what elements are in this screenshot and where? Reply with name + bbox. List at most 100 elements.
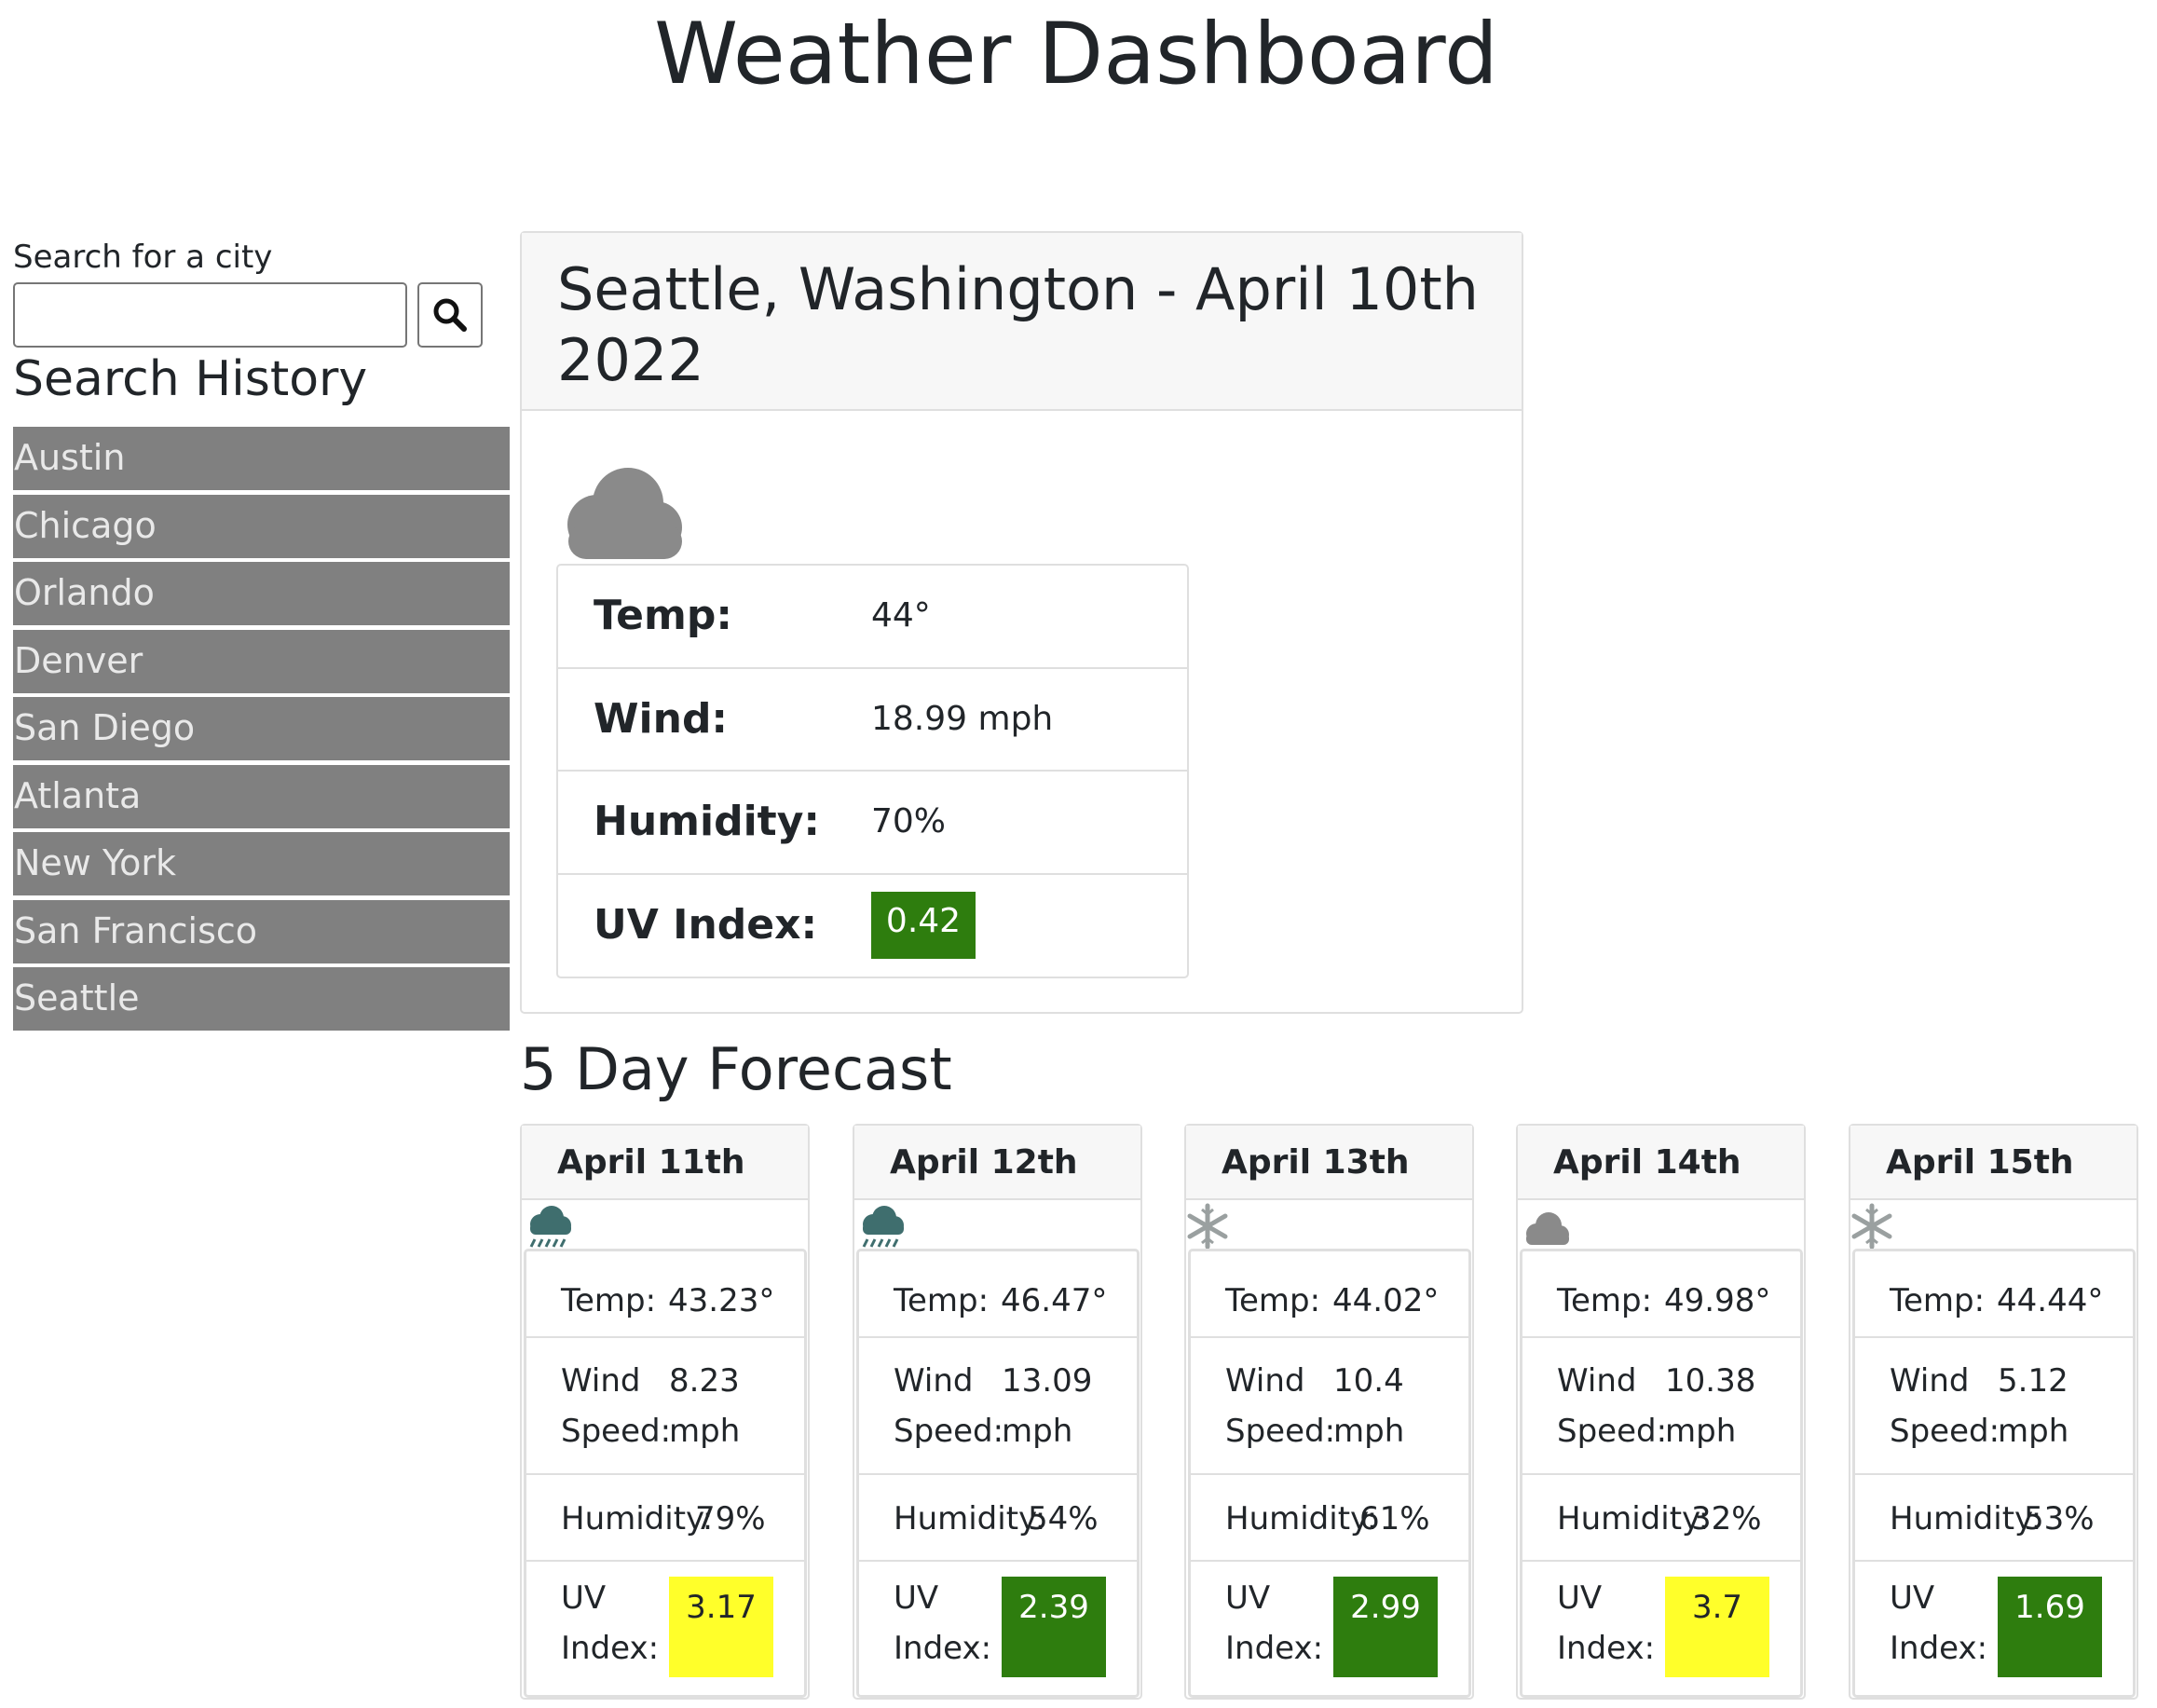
current-humidity-row: Humidity: 70% — [558, 772, 1187, 875]
forecast-wind-value: 13.09 mph — [1002, 1362, 1093, 1450]
forecast-uv-badge: 1.69 — [1998, 1577, 2102, 1677]
current-weather-card: Seattle, Washington - April 10th 2022 Te… — [520, 231, 1523, 1014]
forecast-card: April 14th Temp: 49.98° Wind Speed: 10.38 mp… — [1516, 1124, 1806, 1700]
temp-value: 44° — [871, 596, 931, 635]
forecast-table: Temp: 44.02° Wind Speed: 10.4 mph Humidity: 6… — [1188, 1249, 1471, 1698]
history-item-atlanta[interactable]: Atlanta — [13, 764, 510, 828]
forecast-wind-row: Wind Speed: 10.4 mph — [1191, 1338, 1468, 1475]
forecast-title: 5 Day Forecast — [520, 1035, 952, 1103]
forecast-table: Temp: 43.23° Wind Speed: 8.23 mph Humidity: 7… — [524, 1249, 807, 1698]
history-item-orlando[interactable]: Orlando — [13, 562, 510, 625]
forecast-humidity-label: Humidity: — [1557, 1500, 1710, 1537]
forecast-date: April 13th — [1186, 1126, 1472, 1200]
forecast-date: April 12th — [854, 1126, 1140, 1200]
humidity-value: 70% — [871, 802, 947, 840]
forecast-temp-row: Temp: 49.98° — [1522, 1251, 1800, 1338]
cloud-icon — [567, 468, 682, 559]
forecast-uv-badge: 3.17 — [669, 1577, 773, 1677]
forecast-uv-row: UV Index: 1.69 — [1855, 1562, 2133, 1694]
page-title: Weather Dashboard — [0, 6, 2157, 103]
forecast-temp-row: Temp: 44.44° — [1855, 1251, 2133, 1338]
temp-label: Temp: — [594, 592, 732, 639]
current-uv-row: UV Index: 0.42 — [558, 875, 1187, 978]
forecast-wind-value: 10.38 mph — [1665, 1362, 1756, 1450]
forecast-temp-label: Temp: — [561, 1282, 657, 1319]
cloud-icon — [1518, 1202, 1574, 1250]
history-item-new-york[interactable]: New York — [13, 832, 510, 895]
forecast-date: April 14th — [1518, 1126, 1804, 1200]
rain-cloud-icon — [854, 1202, 910, 1250]
forecast-table: Temp: 46.47° Wind Speed: 13.09 mph Humidity:… — [856, 1249, 1140, 1698]
forecast-temp-label: Temp: — [1890, 1282, 1986, 1319]
forecast-temp-value: 46.47° — [1001, 1282, 1108, 1319]
forecast-uv-label: UV Index: — [1890, 1579, 1988, 1667]
forecast-temp-row: Temp: 46.47° — [859, 1251, 1137, 1338]
forecast-humidity-label: Humidity: — [1225, 1500, 1378, 1537]
snowflake-icon — [1186, 1202, 1242, 1250]
forecast-wind-label: Wind Speed: — [1890, 1362, 2000, 1450]
forecast-wind-value: 10.4 mph — [1333, 1362, 1405, 1450]
forecast-wind-label: Wind Speed: — [561, 1362, 672, 1450]
forecast-table: Temp: 44.44° Wind Speed: 5.12 mph Humidity: 5… — [1852, 1249, 2136, 1698]
forecast-date: April 11th — [522, 1126, 808, 1200]
forecast-wind-row: Wind Speed: 10.38 mph — [1522, 1338, 1800, 1475]
forecast-uv-row: UV Index: 2.39 — [859, 1562, 1137, 1694]
forecast-wind-value: 5.12 mph — [1998, 1362, 2069, 1450]
forecast-humidity-value: 61% — [1359, 1500, 1430, 1537]
forecast-humidity-label: Humidity: — [1890, 1500, 2042, 1537]
uv-index-label: UV Index: — [594, 900, 818, 949]
forecast-uv-row: UV Index: 3.7 — [1522, 1562, 1800, 1694]
forecast-wind-label: Wind Speed: — [1557, 1362, 1668, 1450]
forecast-wind-label: Wind Speed: — [1225, 1362, 1336, 1450]
rain-cloud-icon — [522, 1202, 578, 1250]
forecast-uv-label: UV Index: — [1557, 1579, 1656, 1667]
forecast-humidity-value: 53% — [2024, 1500, 2095, 1537]
history-item-denver[interactable]: Denver — [13, 629, 510, 693]
forecast-temp-label: Temp: — [894, 1282, 990, 1319]
city-search-input[interactable] — [13, 282, 407, 348]
forecast-card: April 13th Temp: 44.02° Wind Speed: 10.4 mph… — [1184, 1124, 1474, 1700]
uv-index-badge: 0.42 — [871, 891, 976, 959]
search-history-title: Search History — [13, 351, 368, 407]
humidity-label: Humidity: — [594, 798, 820, 845]
forecast-humidity-row: Humidity: 53% — [1855, 1475, 2133, 1562]
current-wind-row: Wind: 18.99 mph — [558, 669, 1187, 772]
forecast-humidity-label: Humidity: — [894, 1500, 1046, 1537]
history-item-san-francisco[interactable]: San Francisco — [13, 899, 510, 963]
forecast-wind-row: Wind Speed: 5.12 mph — [1855, 1338, 2133, 1475]
forecast-humidity-value: 32% — [1691, 1500, 1762, 1537]
forecast-card: April 11th Temp: 43.23° Wind Speed: 8.23 mph… — [520, 1124, 810, 1700]
search-button[interactable] — [417, 282, 483, 348]
forecast-uv-label: UV Index: — [561, 1579, 660, 1667]
history-item-chicago[interactable]: Chicago — [13, 494, 510, 558]
forecast-card: April 15th Temp: 44.44° Wind Speed: 5.12 mph… — [1849, 1124, 2138, 1700]
forecast-humidity-label: Humidity: — [561, 1500, 714, 1537]
forecast-temp-label: Temp: — [1225, 1282, 1321, 1319]
wind-value: 18.99 mph — [871, 699, 1054, 738]
forecast-temp-value: 44.02° — [1332, 1282, 1440, 1319]
forecast-uv-badge: 2.99 — [1333, 1577, 1438, 1677]
search-label: Search for a city — [13, 239, 273, 276]
page-title-text: Weather Dashboard — [654, 6, 1498, 103]
forecast-humidity-row: Humidity: 79% — [526, 1475, 804, 1562]
forecast-uv-badge: 2.39 — [1002, 1577, 1106, 1677]
forecast-date: April 15th — [1850, 1126, 2137, 1200]
forecast-temp-value: 43.23° — [668, 1282, 775, 1319]
history-item-seattle[interactable]: Seattle — [13, 967, 510, 1031]
forecast-temp-value: 49.98° — [1664, 1282, 1771, 1319]
forecast-uv-badge: 3.7 — [1665, 1577, 1769, 1677]
forecast-wind-label: Wind Speed: — [894, 1362, 1004, 1450]
forecast-card: April 12th Temp: 46.47° Wind Speed: 13.09 mp… — [853, 1124, 1142, 1700]
forecast-humidity-value: 54% — [1028, 1500, 1099, 1537]
forecast-wind-row: Wind Speed: 13.09 mph — [859, 1338, 1137, 1475]
search-history-list: Austin Chicago Orlando Denver San Diego … — [13, 427, 510, 1035]
forecast-uv-label: UV Index: — [1225, 1579, 1324, 1667]
forecast-humidity-value: 79% — [695, 1500, 766, 1537]
history-item-austin[interactable]: Austin — [13, 427, 510, 490]
forecast-temp-row: Temp: 43.23° — [526, 1251, 804, 1338]
current-temp-row: Temp: 44° — [558, 566, 1187, 669]
wind-label: Wind: — [594, 694, 729, 743]
history-item-san-diego[interactable]: San Diego — [13, 697, 510, 760]
forecast-humidity-row: Humidity: 54% — [859, 1475, 1137, 1562]
forecast-temp-label: Temp: — [1557, 1282, 1653, 1319]
